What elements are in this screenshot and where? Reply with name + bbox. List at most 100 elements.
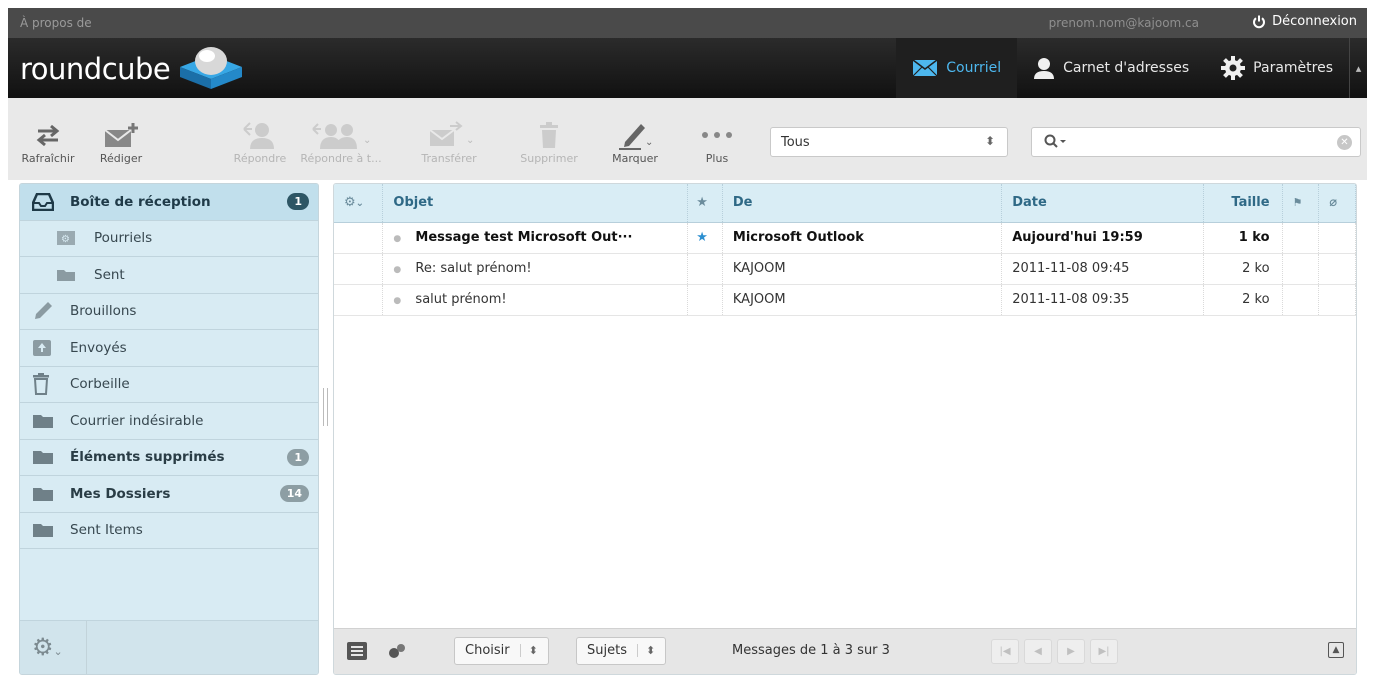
cell xyxy=(334,222,384,254)
column-size[interactable]: Taille xyxy=(1203,184,1283,223)
folder-label: Brouillons xyxy=(70,303,137,320)
folder-label: Boîte de réception xyxy=(70,193,211,210)
cell xyxy=(1318,284,1356,316)
message-list-footer: Choisir ⬍ Sujets ⬍ Messages de 1 à 3 sur 3… xyxy=(334,628,1356,674)
reply-all-label: Répondre à t... xyxy=(300,152,382,165)
folder-drafts[interactable]: Brouillons xyxy=(20,294,318,330)
select-arrows-icon: ⬍ xyxy=(984,134,995,148)
refresh-button[interactable]: Rafraîchir xyxy=(18,118,78,165)
list-view-icon[interactable] xyxy=(346,641,368,665)
folder-label: Éléments supprimés xyxy=(70,449,225,466)
reply-all-icon: ⌄ xyxy=(312,123,371,149)
first-page-icon[interactable]: |◀ xyxy=(991,639,1019,664)
compose-label: Rédiger xyxy=(99,152,143,165)
top-bar: À propos de prenom.nom@kajoom.ca Déconne… xyxy=(8,8,1367,38)
reply-button[interactable]: Répondre xyxy=(228,118,292,165)
cell xyxy=(1282,222,1320,254)
folder-spam[interactable]: Courrier indésirable xyxy=(20,403,318,440)
search-icon[interactable] xyxy=(1044,134,1068,154)
flag-column-star-icon[interactable]: ★ xyxy=(687,184,723,223)
reply-all-button[interactable]: ⌄ Répondre à t... xyxy=(296,118,386,165)
compose-button[interactable]: Rédiger xyxy=(88,118,154,165)
last-page-icon[interactable]: ▶| xyxy=(1090,639,1118,664)
select-dropdown[interactable]: Choisir ⬍ xyxy=(454,637,549,665)
filter-value: Tous xyxy=(781,135,810,150)
folder-label: Mes Dossiers xyxy=(70,485,171,502)
folder-sent-items[interactable]: Sent Items xyxy=(20,513,318,549)
toggle-preview-icon[interactable]: ▲ xyxy=(1328,642,1344,658)
svg-text:⌄: ⌄ xyxy=(466,135,474,146)
more-button[interactable]: Plus xyxy=(688,118,746,165)
column-from[interactable]: De xyxy=(722,184,1003,223)
about-link[interactable]: À propos de xyxy=(20,16,92,30)
previous-page-icon[interactable]: ◀ xyxy=(1024,639,1052,664)
unread-count-badge: 14 xyxy=(279,485,309,502)
folder-label: Pourriels xyxy=(94,230,153,247)
task-mail[interactable]: Courriel xyxy=(896,38,1018,98)
folder-label: Corbeille xyxy=(70,376,130,393)
logout-label: Déconnexion xyxy=(1272,14,1357,29)
folder-icon xyxy=(32,486,54,502)
power-icon xyxy=(1253,15,1266,28)
search-input[interactable]: ✕ xyxy=(1031,127,1361,157)
folder-inbox[interactable]: Boîte de réception 1 xyxy=(20,184,318,221)
mark-icon: ⌄ xyxy=(619,124,653,150)
flag-cell[interactable] xyxy=(687,253,723,285)
threads-dropdown[interactable]: Sujets ⬍ xyxy=(576,637,667,665)
threads-icon[interactable] xyxy=(386,641,408,665)
forward-button[interactable]: ⌄ Transférer xyxy=(413,118,485,165)
star-icon[interactable]: ★ xyxy=(696,230,708,245)
message-from: KAJOOM xyxy=(722,253,1003,285)
column-date[interactable]: Date xyxy=(1001,184,1205,223)
message-subject: ● Re: salut prénom! xyxy=(382,253,689,285)
message-date: Aujourd'hui 19:59 xyxy=(1001,222,1205,254)
attachment-column-paperclip-icon[interactable]: ⌀ xyxy=(1318,184,1356,223)
pane-splitter[interactable] xyxy=(323,388,328,426)
delete-button[interactable]: Supprimer xyxy=(514,118,584,165)
task-addressbook-label: Carnet d'adresses xyxy=(1063,60,1190,76)
folder-settings-gear-icon[interactable]: ⚙⌄ xyxy=(32,633,63,661)
logout-button[interactable]: Déconnexion xyxy=(1252,14,1357,29)
folder-junk[interactable]: ⚙ Pourriels xyxy=(20,221,318,257)
status-dot-icon: ● xyxy=(393,265,402,275)
cell xyxy=(334,284,384,316)
flag-cell[interactable]: ★ xyxy=(687,222,723,254)
flag-cell[interactable] xyxy=(687,284,723,316)
folder-sent[interactable]: Envoyés xyxy=(20,330,318,367)
column-subject[interactable]: Objet xyxy=(382,184,689,223)
list-options-gear-icon[interactable]: ⚙⌄ xyxy=(334,184,384,223)
message-date: 2011-11-08 09:45 xyxy=(1001,253,1205,285)
threads-label: Sujets xyxy=(587,643,627,658)
table-row[interactable]: ● Re: salut prénom! KAJOOM 2011-11-08 09:… xyxy=(334,253,1356,285)
user-email: prenom.nom@kajoom.ca xyxy=(1048,16,1199,30)
folder-trash[interactable]: Corbeille xyxy=(20,367,318,403)
table-row[interactable]: ● salut prénom! KAJOOM 2011-11-08 09:35 2… xyxy=(334,284,1356,316)
message-date: 2011-11-08 09:35 xyxy=(1001,284,1205,316)
message-subject: ● salut prénom! xyxy=(382,284,689,316)
cell xyxy=(1282,253,1320,285)
mark-button[interactable]: ⌄ Marquer xyxy=(598,118,672,165)
collapse-tasks-button[interactable]: ▴ xyxy=(1349,38,1367,98)
clear-search-icon[interactable]: ✕ xyxy=(1337,135,1352,150)
flag-column-icon[interactable]: ⚑ xyxy=(1282,184,1320,223)
folder-label: Sent xyxy=(94,266,125,283)
folder-label: Courrier indésirable xyxy=(70,412,204,429)
folder-my-folders[interactable]: Mes Dossiers 14 xyxy=(20,476,318,513)
header: roundcube Courriel Carnet d'adresses Par… xyxy=(8,38,1367,98)
folder-deleted-items[interactable]: Éléments supprimés 1 xyxy=(20,440,318,476)
message-size: 2 ko xyxy=(1203,253,1283,285)
task-addressbook[interactable]: Carnet d'adresses xyxy=(1017,38,1205,98)
divider xyxy=(86,621,87,674)
folder-icon xyxy=(32,449,54,465)
junk-icon: ⚙ xyxy=(56,230,78,246)
toolbar: Rafraîchir Rédiger Répondre ⌄ Répondre à… xyxy=(8,98,1367,180)
folder-sent-sub[interactable]: Sent xyxy=(20,257,318,294)
filter-select[interactable]: Tous ⬍ xyxy=(770,127,1008,157)
sent-icon xyxy=(32,339,54,357)
table-row[interactable]: ● Message test Microsoft Out··· ★ Microso… xyxy=(334,222,1356,254)
task-settings[interactable]: Paramètres xyxy=(1205,38,1349,98)
folder-label: Sent Items xyxy=(70,522,143,539)
svg-text:⌄: ⌄ xyxy=(363,135,371,146)
refresh-label: Rafraîchir xyxy=(21,152,75,165)
next-page-icon[interactable]: ▶ xyxy=(1057,639,1085,664)
